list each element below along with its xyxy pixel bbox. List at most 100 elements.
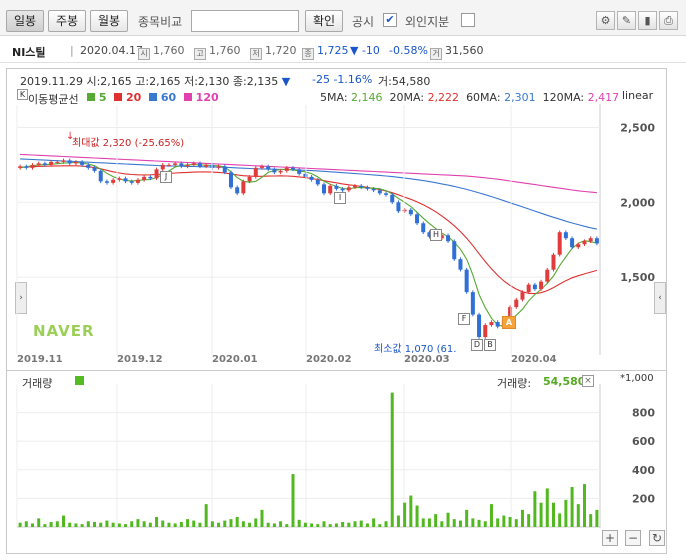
volume-bar <box>384 521 388 527</box>
volume-bar <box>111 522 115 527</box>
volume-bar <box>496 518 500 527</box>
volume-bar <box>93 521 97 527</box>
volume-bar <box>68 522 72 527</box>
volume-bar <box>595 509 599 527</box>
volume-bar <box>396 515 400 527</box>
volume-bar <box>31 523 35 527</box>
volume-bar <box>198 522 202 527</box>
volume-bar <box>192 520 196 527</box>
volume-bar <box>576 504 580 527</box>
volume-bar <box>49 521 53 527</box>
volume-bar <box>514 519 518 527</box>
volume-bar <box>204 504 208 527</box>
volume-bar <box>248 522 252 527</box>
volume-bar <box>217 522 221 527</box>
volume-bar <box>173 523 177 527</box>
volume-bar <box>186 519 190 527</box>
volume-bar <box>241 521 245 527</box>
refresh-icon[interactable]: ↻ <box>649 530 665 546</box>
volume-bar <box>272 523 276 527</box>
volume-bar <box>86 521 90 527</box>
volume-bar <box>210 521 214 527</box>
volume-bar <box>365 523 369 527</box>
volume-bar <box>489 504 493 527</box>
volume-bar <box>483 521 487 527</box>
volume-bar <box>477 519 481 527</box>
volume-bar <box>533 491 537 527</box>
volume-bar <box>99 522 103 527</box>
volume-bar <box>446 512 450 527</box>
volume-bar <box>117 523 121 527</box>
volume-bar <box>55 521 59 527</box>
volume-bar <box>80 524 84 527</box>
volume-bar <box>105 520 109 527</box>
volume-bar <box>124 524 128 527</box>
volume-bar <box>223 520 227 527</box>
volume-bar <box>551 502 555 527</box>
volume-bar <box>161 520 165 527</box>
volume-bar <box>372 518 376 527</box>
volume-bar <box>334 523 338 527</box>
volume-bar <box>378 524 382 527</box>
volume-bar <box>403 502 407 527</box>
volume-bar <box>136 519 140 527</box>
volume-tick-label: 600 <box>632 435 655 448</box>
volume-bar <box>409 495 413 527</box>
volume-bar <box>359 520 363 527</box>
zoom-in-button[interactable]: + <box>602 530 618 546</box>
volume-bar <box>37 518 41 527</box>
volume-bar <box>297 519 301 527</box>
volume-bar <box>235 516 239 527</box>
volume-bar <box>421 518 425 527</box>
volume-tick-label: 400 <box>632 464 655 477</box>
volume-bar <box>520 509 524 527</box>
volume-bar <box>285 524 289 527</box>
volume-bar <box>539 502 543 527</box>
volume-bar <box>167 522 171 527</box>
volume-bar <box>310 523 314 527</box>
zoom-out-button[interactable]: − <box>625 530 641 546</box>
volume-bar <box>589 514 593 527</box>
volume-bar <box>508 516 512 527</box>
volume-bar <box>74 523 78 527</box>
volume-bar <box>130 521 134 527</box>
volume-bar <box>279 521 283 527</box>
volume-bar <box>266 522 270 527</box>
volume-bar <box>24 521 28 527</box>
volume-bar <box>179 521 183 527</box>
volume-bar <box>440 521 444 527</box>
volume-bar <box>260 509 264 527</box>
volume-bar <box>452 519 456 527</box>
volume-bar <box>582 484 586 527</box>
volume-bar <box>291 474 295 527</box>
volume-bar <box>434 514 438 527</box>
volume-bar <box>18 522 22 527</box>
volume-bar <box>458 520 462 527</box>
volume-bar <box>390 392 394 527</box>
volume-bar <box>148 522 152 527</box>
volume-chart[interactable]: 800 600 400 200 <box>0 0 686 560</box>
volume-bar <box>427 518 431 527</box>
volume-bar <box>545 488 549 527</box>
volume-bar <box>347 522 351 527</box>
volume-bar <box>303 522 307 527</box>
volume-bar <box>341 521 345 527</box>
volume-bar <box>353 521 357 527</box>
volume-tick-label: 200 <box>632 492 655 505</box>
volume-bar <box>415 505 419 527</box>
volume-bar <box>229 519 233 527</box>
volume-bar <box>328 524 332 527</box>
volume-bar <box>43 524 47 527</box>
volume-bar <box>155 516 159 527</box>
volume-bar <box>502 515 506 527</box>
volume-bar <box>471 518 475 527</box>
volume-bar <box>142 521 146 527</box>
volume-bar <box>62 515 66 527</box>
volume-bar <box>322 521 326 527</box>
volume-tick-label: 800 <box>632 407 655 420</box>
volume-bar <box>316 524 320 527</box>
volume-bar <box>564 499 568 527</box>
volume-bar <box>254 518 258 527</box>
volume-bar <box>570 486 574 527</box>
volume-bar <box>465 509 469 527</box>
